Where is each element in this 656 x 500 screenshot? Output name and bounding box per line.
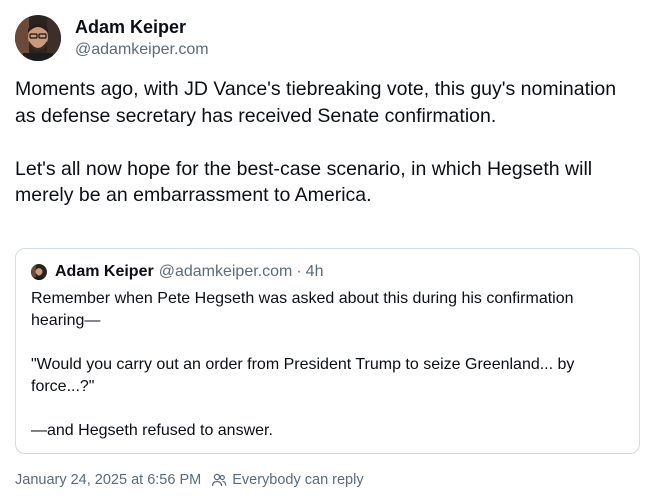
post-paragraph: Let's all now hope for the best-case sce… (15, 157, 593, 207)
quoted-paragraph: Remember when Pete Hegseth was asked abo… (31, 290, 574, 329)
post-footer: January 24, 2025 at 6:56 PM Everybody ca… (15, 470, 364, 490)
quoted-handle[interactable]: @adamkeiper.com (159, 262, 293, 282)
post-thread-item: Adam Keiper @adamkeiper.com Moments ago,… (0, 0, 656, 500)
quoted-paragraph: —and Hegseth refused to answer. (31, 422, 273, 439)
post-paragraph: Moments ago, with JD Vance's tiebreaking… (15, 78, 617, 127)
quoted-paragraph: "Would you carry out an order from Presi… (31, 356, 575, 395)
quoted-post-header: Adam Keiper @adamkeiper.com · 4h (31, 262, 624, 282)
avatar-image (15, 15, 61, 61)
reply-setting[interactable]: Everybody can reply (211, 470, 364, 490)
quoted-post-text: Remember when Pete Hegseth was asked abo… (31, 288, 624, 442)
quoted-display-name[interactable]: Adam Keiper (55, 262, 154, 282)
quoted-timestamp[interactable]: 4h (306, 262, 324, 282)
author-handle[interactable]: @adamkeiper.com (75, 39, 209, 61)
quoted-separator: · (296, 263, 302, 280)
quoted-post-card[interactable]: Adam Keiper @adamkeiper.com · 4h Remembe… (15, 248, 640, 454)
post-timestamp[interactable]: January 24, 2025 at 6:56 PM (15, 470, 201, 490)
reply-setting-label: Everybody can reply (232, 472, 364, 488)
quoted-avatar-image (31, 264, 47, 280)
post-text: Moments ago, with JD Vance's tiebreaking… (15, 76, 635, 209)
avatar[interactable] (15, 15, 61, 61)
people-icon (212, 473, 227, 487)
quoted-avatar[interactable] (31, 264, 47, 280)
post-author[interactable]: Adam Keiper @adamkeiper.com (15, 15, 209, 61)
author-display-name[interactable]: Adam Keiper (75, 16, 209, 38)
